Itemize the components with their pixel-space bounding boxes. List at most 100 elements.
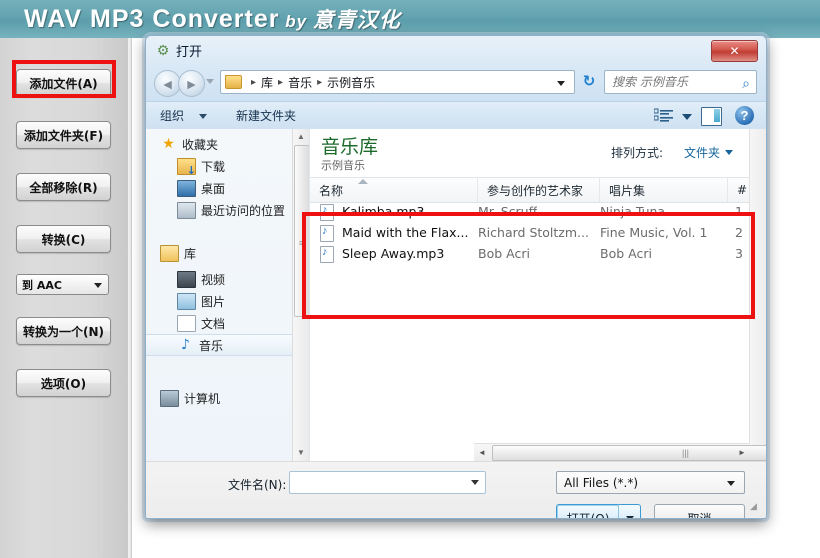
cell-album: Ninja Tuna <box>600 204 666 219</box>
navigation-pane: ★ 收藏夹 下载 桌面 最近访问的位置 库 <box>146 129 310 461</box>
sort-ascending-icon <box>358 179 368 184</box>
remove-all-button[interactable]: 全部移除(R) <box>16 173 111 201</box>
picture-icon <box>177 292 196 310</box>
downloads-icon <box>177 157 196 176</box>
nav-item-label: 文档 <box>201 316 226 331</box>
library-icon <box>160 244 179 262</box>
nav-item-music[interactable]: ♪ 音乐 <box>146 334 309 356</box>
chevron-down-icon[interactable] <box>682 114 692 120</box>
chevron-down-icon <box>727 481 735 486</box>
nav-item-label: 收藏夹 <box>182 137 219 152</box>
search-icon: ⌕ <box>742 75 750 91</box>
nav-item-pictures[interactable]: 图片 <box>146 290 309 312</box>
cell-artist: Richard Stoltzm... <box>478 225 589 240</box>
output-format-select[interactable]: 到 AAC <box>16 274 109 295</box>
gear-icon: ⚙ <box>156 42 170 58</box>
nav-item-label: 视频 <box>201 272 226 287</box>
library-subtitle: 示例音乐 <box>321 159 365 172</box>
dialog-body: ★ 收藏夹 下载 桌面 最近访问的位置 库 <box>146 129 766 461</box>
cell-name: Kalimba.mp3 <box>342 204 425 219</box>
scroll-up-icon[interactable]: ▲ <box>293 129 309 145</box>
nav-item-libraries[interactable]: 库 <box>146 242 309 264</box>
scroll-left-icon[interactable]: ◄ <box>474 444 490 461</box>
nav-item-label: 桌面 <box>201 181 226 196</box>
table-row[interactable]: Maid with the Flax... Richard Stoltzm...… <box>310 222 766 243</box>
organize-menu[interactable]: 组织 <box>160 107 184 124</box>
arrow-right-icon: ► <box>184 75 199 92</box>
scroll-right-icon[interactable]: ► <box>734 444 750 461</box>
scrollbar-thumb[interactable]: ≡ <box>294 145 309 317</box>
library-header: 音乐库 示例音乐 排列方式: 文件夹 <box>310 129 766 177</box>
options-button[interactable]: 选项(O) <box>16 369 111 397</box>
open-button[interactable]: 打开(O) <box>556 504 620 518</box>
filename-label: 文件名(N): <box>228 478 287 492</box>
nav-item-desktop[interactable]: 桌面 <box>146 177 309 199</box>
search-input[interactable] <box>612 75 734 89</box>
view-options-icon[interactable] <box>653 108 674 124</box>
audio-file-icon <box>320 246 334 263</box>
cell-album: Fine Music, Vol. 1 <box>600 225 708 240</box>
refresh-icon[interactable]: ↻ <box>580 73 598 91</box>
filetype-select[interactable]: All Files (*.*) <box>556 471 745 494</box>
breadcrumb-music[interactable]: 音乐 <box>288 74 312 91</box>
convert-button[interactable]: 转换(C) <box>16 225 111 253</box>
command-bar: 组织 新建文件夹 ? <box>146 101 766 131</box>
close-button[interactable]: ✕ <box>711 40 758 62</box>
chevron-down-icon[interactable] <box>471 480 479 485</box>
nav-item-computer[interactable]: 计算机 <box>146 387 309 409</box>
output-format-value: 到 AAC <box>22 278 62 292</box>
nav-item-documents[interactable]: 文档 <box>146 312 309 334</box>
breadcrumb-separator: ▸ <box>278 76 284 88</box>
nav-item-videos[interactable]: 视频 <box>146 268 309 290</box>
recent-locations-dropdown-icon[interactable] <box>206 79 214 84</box>
audio-file-icon <box>320 204 334 221</box>
filename-input[interactable] <box>289 471 486 494</box>
search-box[interactable]: ⌕ <box>604 70 757 94</box>
convert-to-one-button[interactable]: 转换为一个(N) <box>16 317 111 345</box>
add-folder-button[interactable]: 添加文件夹(F) <box>16 121 111 149</box>
video-icon <box>177 270 196 288</box>
scroll-down-icon[interactable]: ▼ <box>293 445 309 461</box>
nav-item-downloads[interactable]: 下载 <box>146 155 309 177</box>
nav-item-favorites[interactable]: ★ 收藏夹 <box>146 133 309 155</box>
address-bar[interactable]: ▸ 库 ▸ 音乐 ▸ 示例音乐 <box>220 70 575 94</box>
breadcrumb-sample-music[interactable]: 示例音乐 <box>327 74 375 91</box>
filetype-value: All Files (*.*) <box>564 475 639 490</box>
filelist-horizontal-scrollbar[interactable]: ◄ ||| ► <box>474 443 766 461</box>
navpane-scrollbar[interactable]: ▲ ≡ ▼ <box>292 129 309 461</box>
recent-places-icon <box>177 201 196 219</box>
file-list: Kalimba.mp3 Mr. Scruff Ninja Tuna 1 Maid… <box>310 201 766 264</box>
library-title: 音乐库 <box>321 136 379 158</box>
breadcrumb-separator: ▸ <box>251 76 257 88</box>
table-row[interactable]: Sleep Away.mp3 Bob Acri Bob Acri 3 <box>310 243 766 264</box>
scrollbar-thumb[interactable]: ||| <box>492 445 766 461</box>
filelist-vertical-scrollbar[interactable] <box>749 129 766 461</box>
chevron-down-icon[interactable] <box>725 150 733 155</box>
app-title-by: by <box>279 12 313 31</box>
arrange-by-label: 排列方式: <box>610 146 663 160</box>
highlight-box-add-files <box>12 60 116 98</box>
column-header-artist[interactable]: 参与创作的艺术家 <box>478 178 600 202</box>
nav-item-recent-places[interactable]: 最近访问的位置 <box>146 199 309 221</box>
nav-item-label: 最近访问的位置 <box>201 203 286 218</box>
forward-button[interactable]: ► <box>178 70 205 97</box>
document-icon <box>177 314 196 332</box>
navigation-row: ◄ ► ▸ 库 ▸ 音乐 ▸ 示例音乐 ↻ 搜索 示例音乐 ⌕ <box>146 66 766 99</box>
preview-pane-icon[interactable] <box>701 107 722 126</box>
help-icon[interactable]: ? <box>735 106 754 125</box>
dialog-titlebar: ⚙ 打开 ✕ <box>146 36 766 64</box>
column-header-name[interactable]: 名称 <box>310 178 478 202</box>
table-row[interactable]: Kalimba.mp3 Mr. Scruff Ninja Tuna 1 <box>310 201 766 222</box>
chevron-down-icon[interactable] <box>557 81 565 86</box>
back-button[interactable]: ◄ <box>154 70 181 97</box>
cancel-button[interactable]: 取消 <box>654 504 745 518</box>
open-dropdown-button[interactable] <box>618 504 641 518</box>
open-file-dialog: ⚙ 打开 ✕ ◄ ► ▸ 库 ▸ 音乐 ▸ 示例音乐 ↻ 搜索 示例音乐 ⌕ 组… <box>145 35 767 519</box>
breadcrumb-library[interactable]: 库 <box>261 74 273 91</box>
column-header-album[interactable]: 唱片集 <box>600 178 728 202</box>
chevron-down-icon[interactable] <box>199 114 207 119</box>
new-folder-button[interactable]: 新建文件夹 <box>236 107 296 124</box>
resize-grip-icon[interactable]: ◢ <box>750 502 762 514</box>
arrange-by-value[interactable]: 文件夹 <box>684 144 720 161</box>
cell-album: Bob Acri <box>600 246 652 261</box>
